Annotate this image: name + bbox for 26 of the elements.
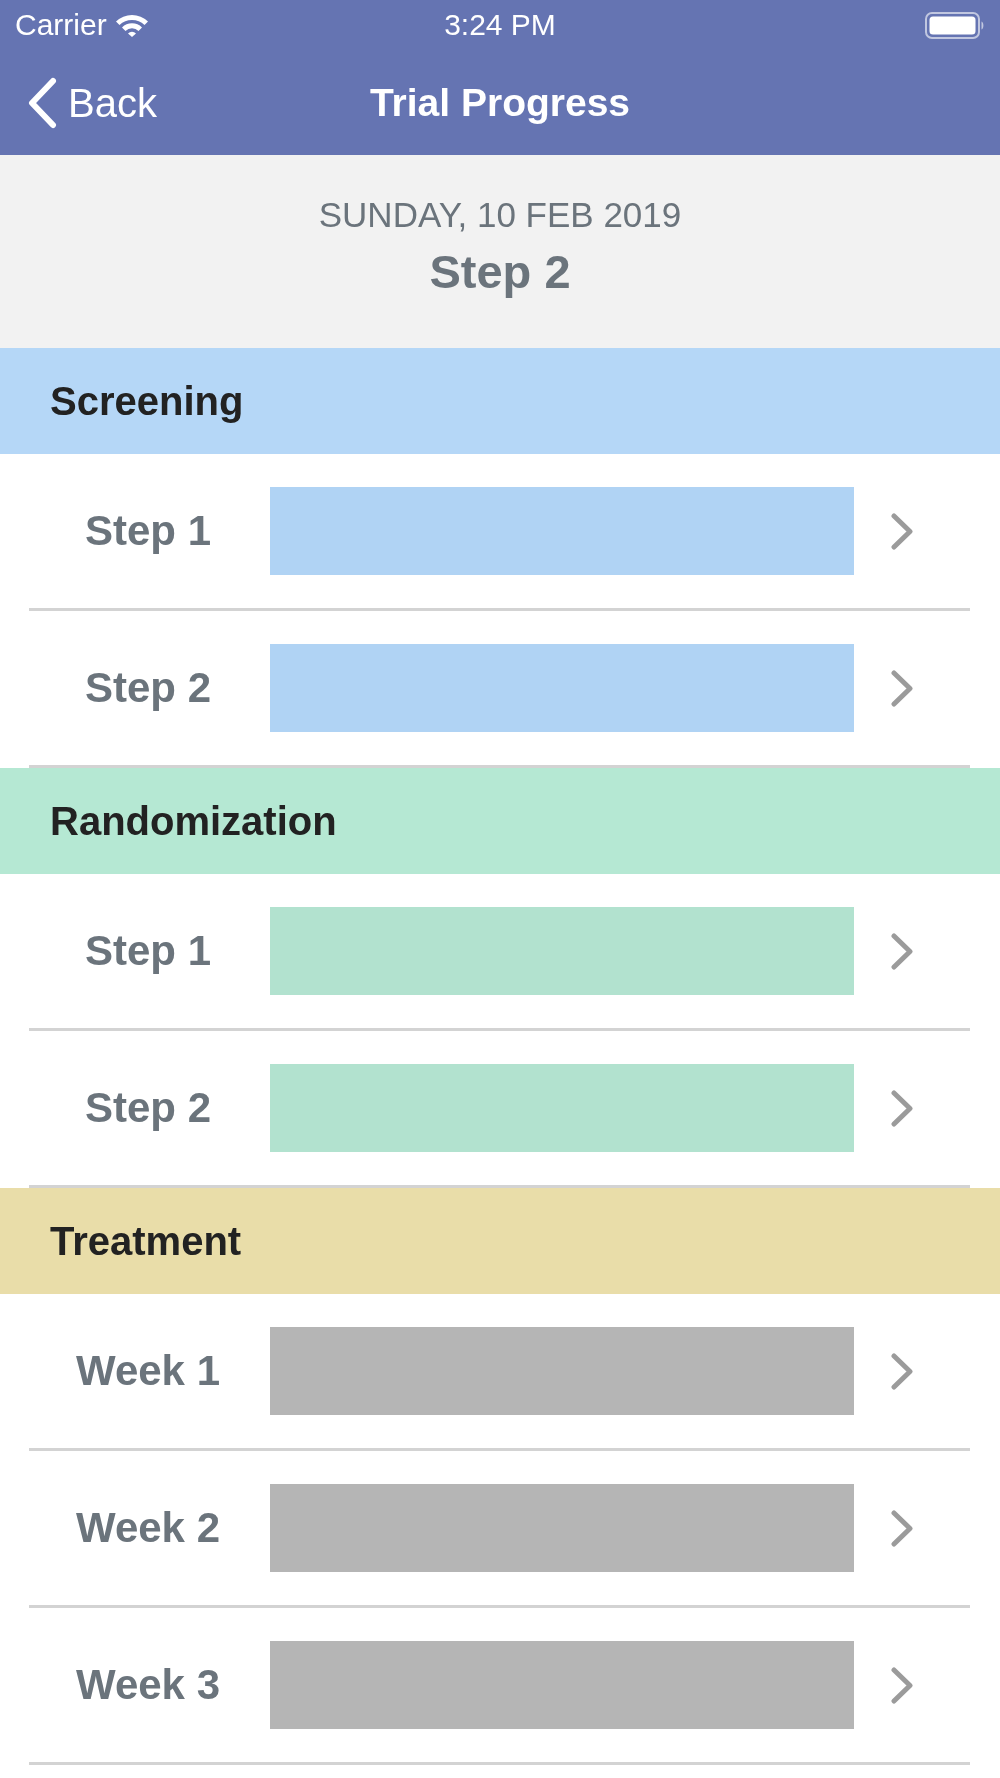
current-step-title: Step 2 (429, 245, 571, 299)
chevron-right-icon[interactable] (891, 1666, 914, 1704)
section-title: Screening (50, 378, 244, 425)
section-title: Treatment (50, 1218, 242, 1265)
step-label: Week 2 (76, 1504, 220, 1552)
screen-title: Trial Progress (369, 79, 631, 126)
chevron-right-icon[interactable] (891, 512, 914, 550)
date-label: SUNDAY, 10 FEB 2019 (318, 195, 682, 235)
chevron-right-icon[interactable] (891, 1352, 914, 1390)
wifi-icon (114, 13, 149, 37)
time-label: 3:24 PM (444, 8, 556, 42)
step-label: Week 1 (76, 1347, 220, 1395)
back-chevron-icon (26, 76, 58, 129)
chevron-right-icon[interactable] (891, 1509, 914, 1547)
step-label: Step 1 (84, 927, 211, 975)
step-label: Step 2 (84, 1084, 211, 1132)
chevron-right-icon[interactable] (891, 932, 914, 970)
carrier-label: Carrier (15, 8, 107, 42)
back-button[interactable]: Back (26, 76, 157, 129)
step-label: Step 2 (84, 664, 211, 712)
battery-icon (925, 11, 985, 39)
chevron-right-icon[interactable] (891, 669, 914, 707)
step-label: Week 3 (76, 1661, 220, 1709)
step-label: Step 1 (84, 507, 211, 555)
section-title: Randomization (50, 798, 337, 845)
chevron-right-icon[interactable] (891, 1089, 914, 1127)
